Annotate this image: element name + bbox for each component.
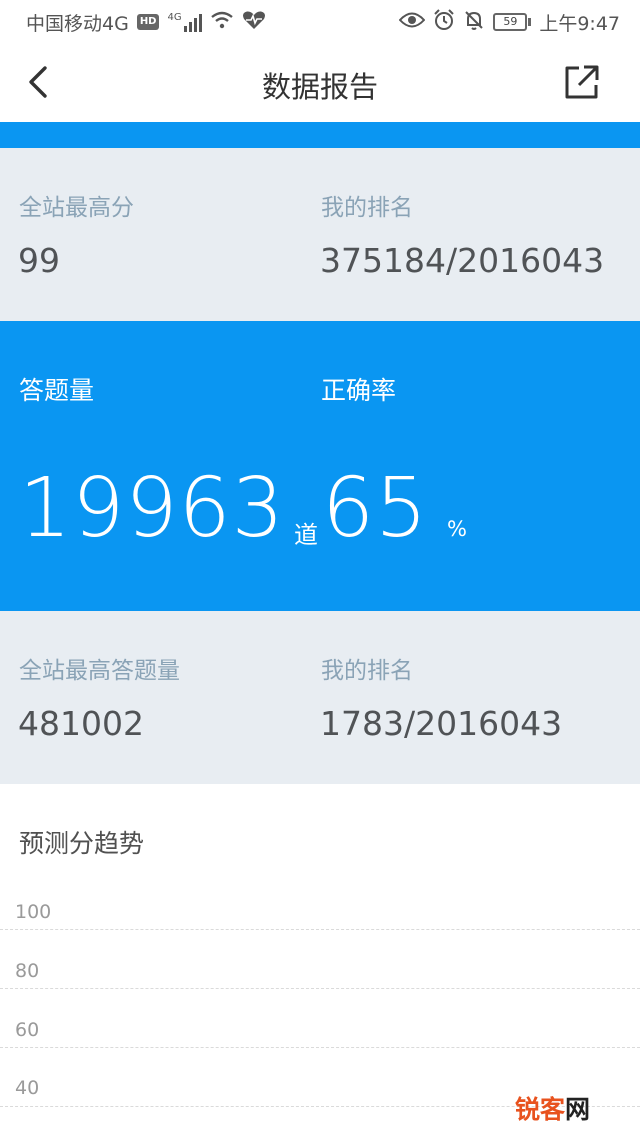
my-answered-rank-value: 1783/2016043 [320,704,563,743]
wifi-icon [210,11,234,34]
carrier-text: 中国移动4G [26,12,129,35]
gridline [0,929,640,930]
site-high-score-value: 99 [18,241,60,280]
mute-bell-icon [463,9,485,36]
watermark-part1: 锐客 [514,1095,565,1124]
site-high-score-label: 全站最高分 [19,195,134,221]
watermark-part2: 网 [564,1095,590,1124]
hd-badge: HD [136,14,160,30]
answered-unit: 道 [294,521,318,549]
my-score-rank-value: 375184/2016043 [320,241,605,280]
site-max-answered-label: 全站最高答题量 [19,658,180,684]
answered-value: 19963 [19,461,285,556]
status-left: 中国移动4G HD 4G [26,9,266,36]
y-tick-label: 100 [15,901,52,923]
answered-label: 答题量 [19,376,95,405]
y-tick-label: 60 [15,1019,40,1041]
main-stats-panel: 答题量 19963 道 正确率 65 % [0,321,640,611]
bottom-stats-panel: 全站最高答题量 481002 我的排名 1783/2016043 [0,611,640,784]
gridline [0,988,640,989]
trend-title: 预测分趋势 [19,829,145,858]
top-stats-panel: 全站最高分 99 我的排名 375184/2016043 [0,148,640,321]
my-answered-rank-label: 我的排名 [321,658,413,684]
share-external-icon [565,65,599,99]
signal-label: 4G [167,12,182,23]
battery-icon: 59 [493,13,532,31]
gridline [0,1047,640,1048]
accuracy-unit: % [447,517,467,541]
y-tick-label: 40 [15,1077,40,1099]
watermark-logo: 锐客网 [515,1090,590,1126]
app-screen: 中国移动4G HD 4G 59 上午9:47 数据报告 全站最高分 99 我的排… [0,0,640,1138]
title-bar: 数据报告 [0,44,640,122]
header-accent-strip [0,122,640,148]
status-bar: 中国移动4G HD 4G 59 上午9:47 [0,0,640,44]
heart-rate-icon [242,10,266,35]
eye-icon [398,11,426,34]
page-title: 数据报告 [261,70,378,104]
status-right: 59 上午9:47 [398,8,620,36]
accuracy-label: 正确率 [321,376,397,405]
accuracy-value: 65 [322,461,429,556]
clock-text: 上午9:47 [539,12,620,35]
alarm-icon [433,8,455,36]
battery-level: 59 [493,13,528,31]
signal-icon: 4G [167,12,202,32]
share-button[interactable] [562,62,602,102]
my-score-rank-label: 我的排名 [321,195,413,221]
y-tick-label: 80 [15,960,40,982]
site-max-answered-value: 481002 [18,704,144,743]
